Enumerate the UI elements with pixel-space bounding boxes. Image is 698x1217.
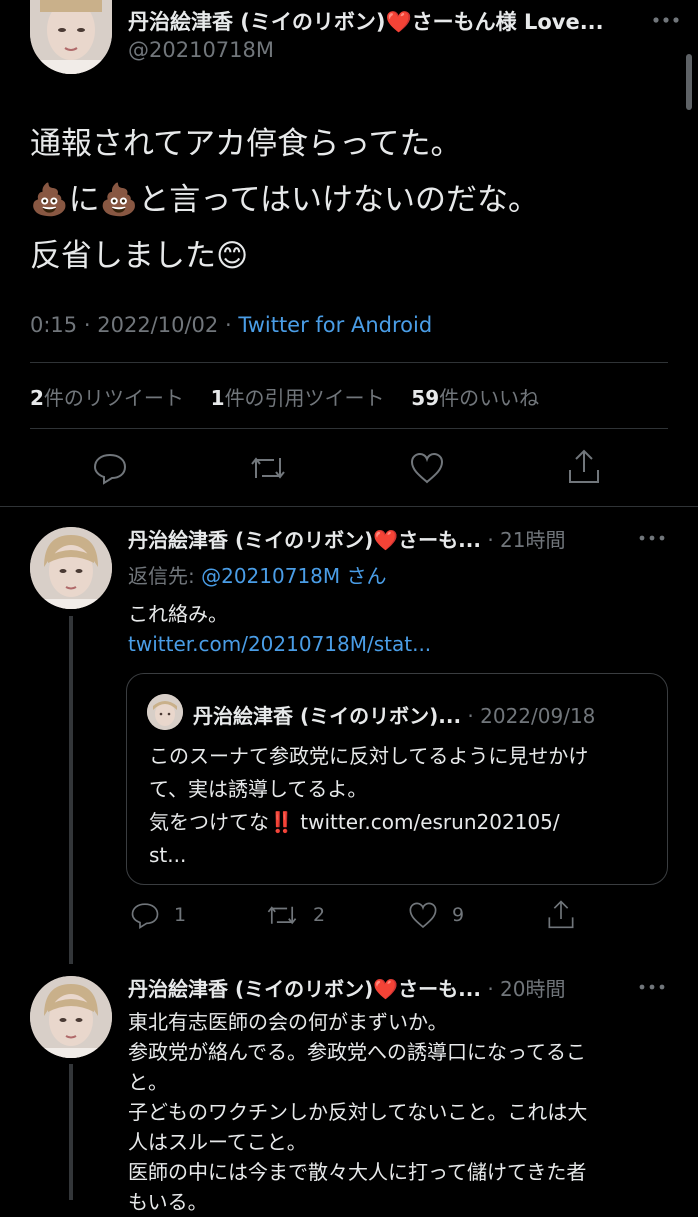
author-name[interactable]: 丹治絵津香 (ミイのリボン)❤️さーも...: [128, 528, 481, 552]
reply-to-label: 返信先:: [128, 564, 195, 588]
like-icon[interactable]: [408, 450, 446, 486]
quote-text: このスーナて参政党に反対してるように見せかけ て、実は誘導してるよ。 気をつけて…: [149, 740, 654, 872]
tweet-link[interactable]: twitter.com/20210718M/stat...: [128, 632, 431, 656]
tweet-text-line: 💩に💩と言ってはいけないのだな。: [30, 182, 540, 218]
reply-text: これ絡み。: [128, 602, 228, 626]
likes-count: 59: [411, 386, 440, 410]
thread-line: [69, 1064, 73, 1200]
quote-text-line: このスーナて参政党に反対してるように見せかけ: [149, 744, 589, 768]
divider: [30, 428, 668, 429]
quotes-count: 1: [210, 386, 225, 410]
likes-label: 件のいいね: [439, 386, 540, 410]
meta-separator: ·: [487, 528, 494, 552]
tweet-source-link[interactable]: Twitter for Android: [238, 313, 432, 337]
quote-header: 丹治絵津香 (ミイのリボン)... · 2022/09/18: [193, 700, 595, 729]
quote-tweet-card[interactable]: 丹治絵津香 (ミイのリボン)... · 2022/09/18 このスーナて参政党…: [126, 673, 668, 885]
retweets-stat[interactable]: 2件のリツイート: [30, 386, 184, 410]
meta-separator: ·: [83, 313, 91, 337]
tweet-text: 通報されてアカ停食らってた。 💩に💩と言ってはいけないのだな。 反省しました😊: [30, 116, 670, 284]
avatar[interactable]: [30, 0, 112, 74]
divider: [30, 362, 668, 363]
avatar[interactable]: [30, 976, 112, 1058]
reply-text-line: と。: [128, 1070, 168, 1094]
reply-text-line: 東北有志医師の会の何がまずいか。: [128, 1010, 448, 1034]
reply-text: 東北有志医師の会の何がまずいか。 参政党が絡んでる。参政党への誘導口になってるこ…: [128, 1007, 673, 1217]
likes-stat[interactable]: 59件のいいね: [411, 386, 539, 410]
reply-to-suffix: さん: [346, 564, 387, 588]
quotes-label: 件の引用ツイート: [224, 386, 385, 410]
quote-author-name: 丹治絵津香 (ミイのリボン)...: [193, 704, 462, 728]
meta-separator: ·: [487, 977, 494, 1001]
quote-text-line: st...: [149, 843, 187, 867]
tweet-time: 0:15: [30, 313, 78, 337]
time-ago[interactable]: 21時間: [500, 528, 565, 552]
author-name[interactable]: 丹治絵津香 (ミイのリボン)❤️さーもん様 Love...: [128, 6, 648, 36]
share-icon[interactable]: [546, 899, 576, 931]
more-options-icon[interactable]: [648, 10, 684, 30]
reply-text-line: 医師の中には今まで散々大人に打って儲けてきた者: [128, 1160, 587, 1184]
quote-text-line: て、実は誘導してるよ。: [149, 777, 368, 801]
reply-count: 1: [174, 904, 187, 926]
reply-icon[interactable]: [92, 450, 128, 486]
reply-to-handle[interactable]: @20210718M: [201, 564, 340, 588]
meta-separator: ·: [224, 313, 232, 337]
tweet-date: 2022/10/02: [97, 313, 219, 337]
retweet-icon[interactable]: [265, 900, 299, 930]
reply-header: 丹治絵津香 (ミイのリボン)❤️さーも... · 21時間: [128, 524, 565, 553]
reply-icon[interactable]: [130, 900, 160, 930]
time-ago[interactable]: 20時間: [500, 977, 565, 1001]
reply-text-line: 人はスルーてこと。: [128, 1130, 307, 1154]
reply-to: 返信先: @20210718M さん: [128, 560, 387, 589]
retweet-count: 2: [313, 904, 326, 926]
more-options-icon[interactable]: [636, 528, 668, 548]
quotes-stat[interactable]: 1件の引用ツイート: [211, 386, 385, 410]
reply-text-line: もいる。: [128, 1190, 208, 1214]
meta-separator: ·: [467, 704, 474, 728]
like-count: 9: [452, 904, 465, 926]
reply-header: 丹治絵津香 (ミイのリボン)❤️さーも... · 20時間: [128, 973, 565, 1002]
avatar[interactable]: [30, 527, 112, 609]
thread-line: [69, 616, 73, 964]
avatar: [147, 694, 183, 730]
retweets-count: 2: [30, 386, 44, 410]
quote-text-line: 気をつけてな‼️ twitter.com/esrun202105/: [149, 810, 560, 834]
more-options-icon[interactable]: [636, 977, 668, 997]
tweet-meta: 0:15 · 2022/10/02 · Twitter for Android: [30, 313, 432, 337]
quote-date: 2022/09/18: [480, 704, 596, 728]
share-icon[interactable]: [566, 448, 602, 486]
engagement-stats: 2件のリツイート 1件の引用ツイート 59件のいいね: [30, 382, 539, 411]
author-handle[interactable]: @20210718M: [128, 38, 274, 62]
reply-text-line: 子どものワクチンしか反対してないこと。これは大: [128, 1100, 588, 1124]
divider: [0, 506, 698, 507]
author-name[interactable]: 丹治絵津香 (ミイのリボン)❤️さーも...: [128, 977, 481, 1001]
tweet-text-line: 反省しました😊: [30, 238, 249, 274]
like-icon[interactable]: [407, 900, 439, 930]
scrollbar[interactable]: [686, 54, 692, 110]
tweet-text-line: 通報されてアカ停食らってた。: [30, 126, 462, 162]
reply-text-line: 参政党が絡んでる。参政党への誘導口になってるこ: [128, 1040, 586, 1064]
retweets-label: 件のリツイート: [43, 386, 184, 410]
retweet-icon[interactable]: [248, 450, 288, 486]
